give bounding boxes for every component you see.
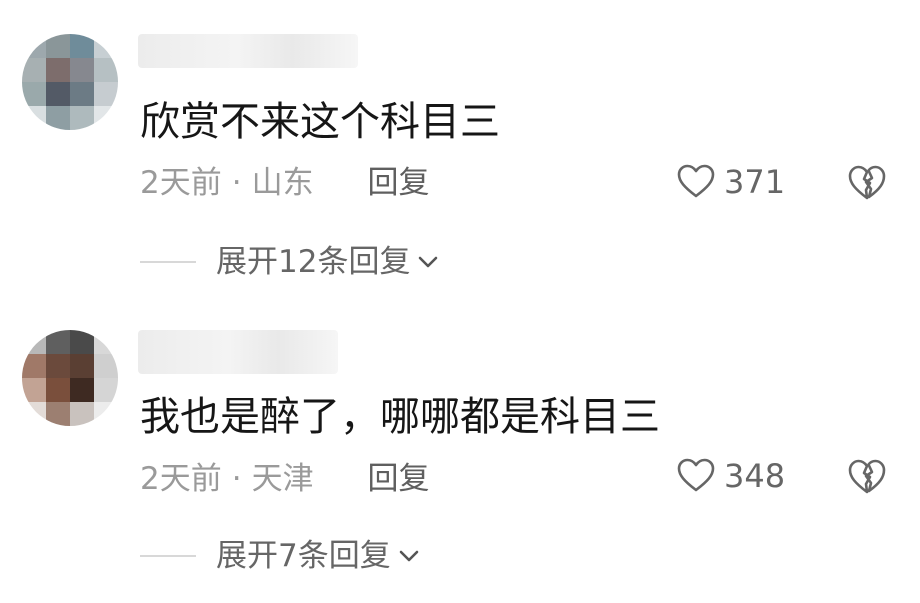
expand-replies-label: 展开7条回复 <box>216 538 391 574</box>
broken-heart-icon[interactable] <box>846 456 888 498</box>
like-count: 371 <box>724 163 786 201</box>
expand-replies-button[interactable]: 展开12条回复 <box>140 240 440 284</box>
comment-text: 欣赏不来这个科目三 <box>140 99 500 145</box>
comment-meta: 2天前 · 山东 回复 <box>140 161 429 205</box>
comment-meta: 2天前 · 天津 回复 <box>140 457 429 501</box>
like-count: 348 <box>724 457 786 495</box>
like-button[interactable]: 348 <box>676 456 785 496</box>
expand-replies-label: 展开12条回复 <box>216 244 411 280</box>
comment-location: 山东 <box>251 165 314 201</box>
comment-time: 2天前 <box>140 165 222 201</box>
chevron-down-icon <box>399 550 419 562</box>
username-blurred[interactable] <box>138 330 338 374</box>
avatar[interactable] <box>22 34 118 130</box>
avatar[interactable] <box>22 330 118 426</box>
comment-location: 天津 <box>251 461 314 497</box>
meta-separator: · <box>231 165 242 201</box>
heart-outline-icon <box>677 458 715 492</box>
meta-separator: · <box>231 461 242 497</box>
divider-line <box>140 261 196 263</box>
heart-outline-icon <box>677 164 715 198</box>
comment-text: 我也是醉了，哪哪都是科目三 <box>140 394 660 440</box>
expand-replies-button[interactable]: 展开7条回复 <box>140 534 421 578</box>
divider-line <box>140 555 196 557</box>
comment-time: 2天前 <box>140 461 222 497</box>
reply-button[interactable]: 回复 <box>367 461 429 497</box>
broken-heart-icon[interactable] <box>846 162 888 204</box>
like-button[interactable]: 371 <box>676 162 785 202</box>
username-blurred[interactable] <box>138 34 358 68</box>
chevron-down-icon <box>419 256 438 268</box>
reply-button[interactable]: 回复 <box>367 165 429 201</box>
